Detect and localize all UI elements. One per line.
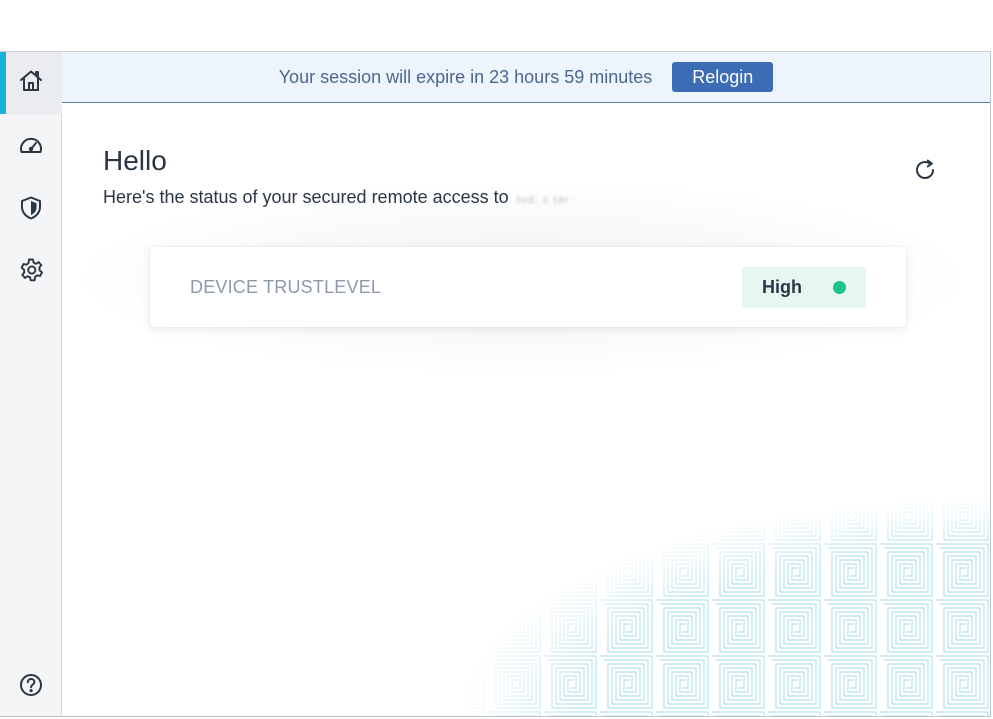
status-description-text: Here's the status of your secured remote… (103, 187, 509, 207)
maze-pattern-decoration (430, 486, 990, 716)
refresh-icon (913, 158, 937, 187)
sidebar-item-home[interactable] (0, 52, 62, 114)
redacted-hostname: tud: c tar (516, 194, 570, 206)
gear-icon (18, 257, 44, 288)
trustlevel-status-dot (833, 281, 846, 294)
status-description: Here's the status of your secured remote… (103, 187, 569, 208)
sidebar-item-dashboard[interactable] (0, 117, 62, 179)
sidebar-item-settings[interactable] (0, 241, 62, 303)
sidebar-item-security[interactable] (0, 179, 62, 241)
home-icon (18, 68, 44, 99)
device-trustlevel-card: DEVICE TRUSTLEVEL High (150, 247, 906, 327)
trustlevel-label: DEVICE TRUSTLEVEL (190, 277, 382, 297)
help-icon (18, 672, 44, 703)
sidebar (0, 52, 62, 716)
session-banner: Your session will expire in 23 hours 59 … (62, 52, 990, 103)
main-content: Hello Here's the status of your secured … (62, 103, 990, 716)
session-expiry-message: Your session will expire in 23 hours 59 … (278, 66, 653, 87)
dashboard-gauge-icon (18, 133, 44, 164)
app-window: Your session will expire in 23 hours 59 … (0, 51, 991, 717)
trustlevel-badge: High (742, 267, 866, 308)
trustlevel-value: High (762, 277, 802, 297)
relogin-button[interactable]: Relogin (672, 62, 774, 92)
page-title: Hello (103, 145, 167, 176)
refresh-button[interactable] (911, 158, 939, 186)
sidebar-item-help[interactable] (0, 656, 62, 716)
shield-icon (18, 195, 44, 226)
top-blank-area (0, 0, 993, 51)
